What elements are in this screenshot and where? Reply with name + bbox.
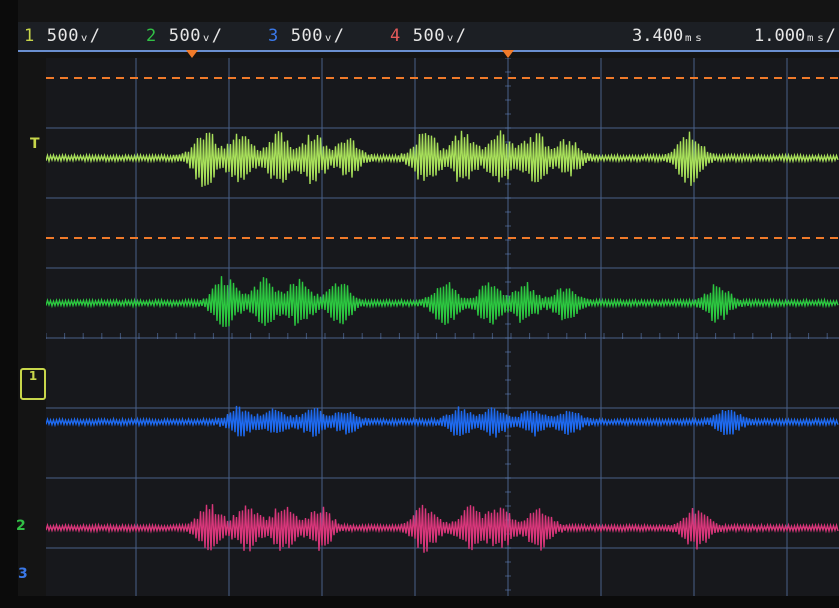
ch4-trace bbox=[46, 504, 839, 553]
channel-2-scale[interactable]: 2 500ᵥ/ bbox=[146, 26, 222, 46]
channel-1-scale[interactable]: 1 500ᵥ/ bbox=[24, 26, 100, 46]
trigger-position-marker[interactable] bbox=[186, 50, 198, 58]
channel-3-ground-marker[interactable]: 3 bbox=[18, 566, 28, 582]
channel-4-scale[interactable]: 4 500ᵥ/ bbox=[390, 26, 466, 46]
channel-1-ground-marker[interactable]: 1 bbox=[20, 368, 46, 400]
ch3-trace bbox=[46, 405, 839, 438]
ch1-trace bbox=[46, 130, 839, 187]
ch2-trace bbox=[46, 276, 839, 327]
channel-2-ground-marker[interactable]: 2 bbox=[16, 518, 26, 534]
scope-bezel-left bbox=[0, 0, 18, 608]
channel-3-scale[interactable]: 3 500ᵥ/ bbox=[268, 26, 344, 46]
time-delay-readout[interactable]: 3.400ₘₛ bbox=[632, 26, 704, 46]
trigger-level-marker[interactable]: T bbox=[30, 136, 40, 152]
status-bar: 1 500ᵥ/ 2 500ᵥ/ 3 500ᵥ/ 4 500ᵥ/ 3.400ₘₛ 1.00… bbox=[18, 22, 839, 52]
scope-bezel-bottom bbox=[0, 596, 839, 608]
trace-layer bbox=[46, 130, 839, 553]
waveform-display bbox=[46, 58, 839, 596]
timebase-readout[interactable]: 1.000ₘₛ/ bbox=[754, 26, 836, 46]
time-reference-marker[interactable] bbox=[502, 50, 514, 58]
